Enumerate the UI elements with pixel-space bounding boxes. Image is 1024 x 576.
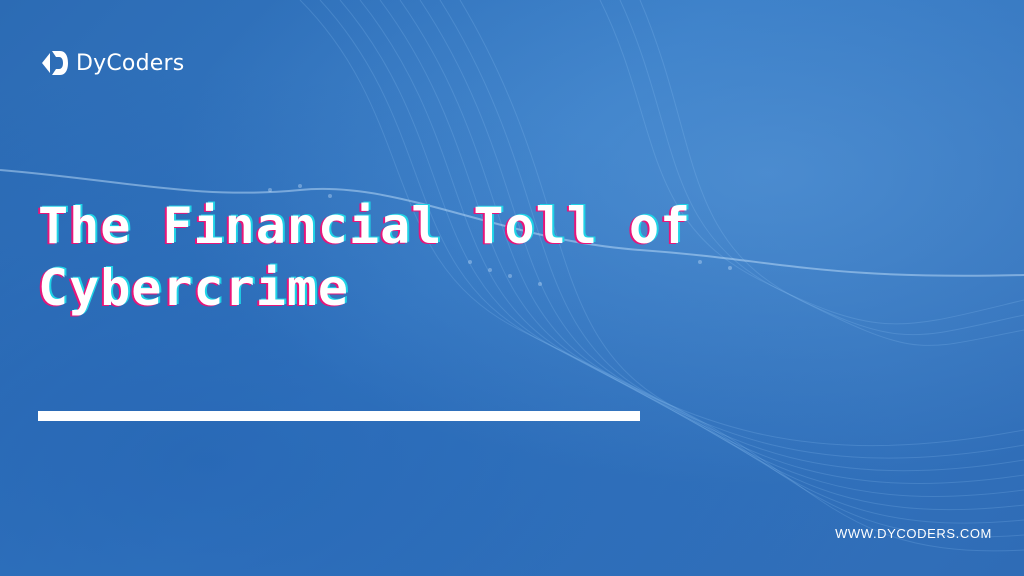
page-title: The Financial Toll of Cybercrime: [38, 195, 798, 319]
title-line-1: The Financial Toll of: [38, 197, 692, 255]
website-url: WWW.DYCODERS.COM: [835, 526, 992, 541]
brand-logo: DyCoders: [38, 46, 184, 80]
title-line-2: Cybercrime: [38, 259, 350, 317]
dycoders-logo-icon: [42, 51, 68, 75]
title-underline-divider: [38, 411, 640, 421]
brand-name: DyCoders: [76, 50, 185, 76]
